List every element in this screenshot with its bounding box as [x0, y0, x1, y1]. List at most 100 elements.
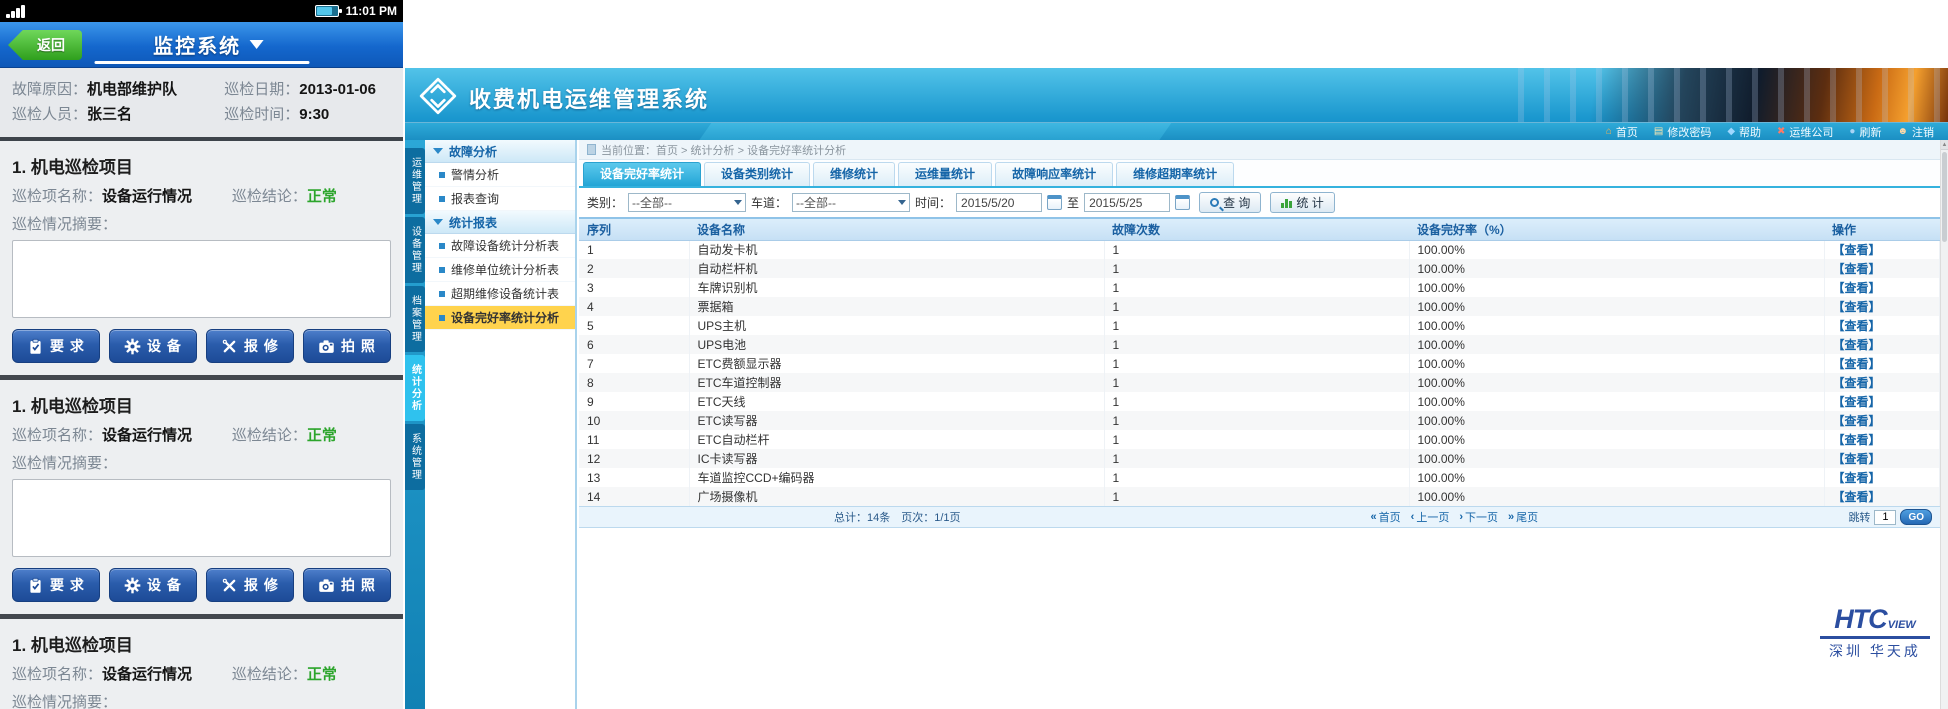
- bullet-icon: [439, 172, 445, 178]
- table-row[interactable]: 5 UPS主机 1 100.00% 【查看】: [579, 316, 1940, 335]
- table-row[interactable]: 6 UPS电池 1 100.00% 【查看】: [579, 335, 1940, 354]
- repair-button[interactable]: 报 修: [206, 329, 294, 363]
- table-row[interactable]: 3 车牌识别机 1 100.00% 【查看】: [579, 278, 1940, 297]
- view-link[interactable]: 【查看】: [1833, 319, 1881, 333]
- sidebar-item[interactable]: 维修单位统计分析表: [425, 258, 575, 282]
- pager-link[interactable]: ›下一页: [1459, 509, 1498, 525]
- view-link[interactable]: 【查看】: [1833, 243, 1881, 257]
- record-summary: 总计：14条 页次：1/1页: [834, 509, 961, 525]
- view-link[interactable]: 【查看】: [1833, 376, 1881, 390]
- view-link[interactable]: 【查看】: [1833, 452, 1881, 466]
- summary-textarea[interactable]: [12, 479, 391, 557]
- requirement-button[interactable]: 要 求: [12, 329, 100, 363]
- module-tab[interactable]: 设备管理: [405, 217, 425, 283]
- view-link[interactable]: 【查看】: [1833, 490, 1881, 504]
- col-seq: 序列: [579, 218, 689, 240]
- module-tab[interactable]: 系统管理: [405, 424, 425, 490]
- app-title[interactable]: 监控系统: [153, 30, 241, 59]
- cell-intact-rate: 100.00%: [1409, 411, 1824, 430]
- view-link[interactable]: 【查看】: [1833, 281, 1881, 295]
- scroll-up-icon[interactable]: ▲: [1941, 140, 1948, 150]
- table-row[interactable]: 9 ETC天线 1 100.00% 【查看】: [579, 392, 1940, 411]
- table-row[interactable]: 10 ETC读写器 1 100.00% 【查看】: [579, 411, 1940, 430]
- report-tab[interactable]: 设备类别统计: [704, 162, 810, 186]
- topnav-shield[interactable]: ◆帮助: [1727, 124, 1761, 140]
- time-label: 巡检时间：: [224, 102, 299, 127]
- date-to-input[interactable]: [1084, 193, 1170, 212]
- go-button[interactable]: GO: [1900, 509, 1932, 525]
- view-link[interactable]: 【查看】: [1833, 414, 1881, 428]
- bullet-icon: [439, 267, 445, 273]
- cell-seq: 5: [579, 316, 689, 335]
- back-button[interactable]: 返回: [8, 30, 82, 60]
- sidebar-item[interactable]: 设备完好率统计分析: [425, 306, 575, 330]
- view-link[interactable]: 【查看】: [1833, 300, 1881, 314]
- cell-seq: 8: [579, 373, 689, 392]
- view-link[interactable]: 【查看】: [1833, 433, 1881, 447]
- sidebar-group-header[interactable]: 统计报表: [425, 211, 575, 234]
- scroll-thumb[interactable]: [1942, 152, 1947, 242]
- report-tab[interactable]: 维修统计: [813, 162, 895, 186]
- table-row[interactable]: 8 ETC车道控制器 1 100.00% 【查看】: [579, 373, 1940, 392]
- topnav-globe[interactable]: ●刷新: [1849, 124, 1881, 140]
- result-label: 巡检结论：: [232, 186, 307, 208]
- photo-button[interactable]: 拍 照: [303, 329, 391, 363]
- calendar-icon[interactable]: [1047, 195, 1062, 210]
- cell-device-name: UPS电池: [689, 335, 1104, 354]
- shield-icon: ◆: [1727, 127, 1735, 137]
- stat-button[interactable]: 统 计: [1270, 192, 1334, 213]
- report-tab[interactable]: 维修超期率统计: [1116, 162, 1234, 186]
- table-row[interactable]: 7 ETC费额显示器 1 100.00% 【查看】: [579, 354, 1940, 373]
- topnav-tools[interactable]: ✖运维公司: [1777, 124, 1833, 140]
- system-logo-icon: [417, 75, 459, 117]
- topnav-doc[interactable]: ▤修改密码: [1654, 124, 1711, 140]
- date-from-input[interactable]: [956, 193, 1042, 212]
- report-tab[interactable]: 故障响应率统计: [995, 162, 1113, 186]
- fault-value: 机电部维护队: [87, 77, 177, 102]
- requirement-button[interactable]: 要 求: [12, 568, 100, 602]
- view-link[interactable]: 【查看】: [1833, 357, 1881, 371]
- pager-link[interactable]: «首页: [1371, 509, 1401, 525]
- device-button[interactable]: 设 备: [109, 568, 197, 602]
- page-number-input[interactable]: [1874, 510, 1896, 525]
- report-tab[interactable]: 运维量统计: [898, 162, 992, 186]
- view-link[interactable]: 【查看】: [1833, 262, 1881, 276]
- table-row[interactable]: 2 自动栏杆机 1 100.00% 【查看】: [579, 259, 1940, 278]
- module-tab[interactable]: 档案管理: [405, 286, 425, 352]
- report-tab[interactable]: 设备完好率统计: [583, 162, 701, 186]
- topnav-home[interactable]: ⌂首页: [1606, 124, 1638, 140]
- table-row[interactable]: 13 车道监控CCD+编码器 1 100.00% 【查看】: [579, 468, 1940, 487]
- sidebar-group-header[interactable]: 故障分析: [425, 140, 575, 163]
- sidebar-item[interactable]: 警情分析: [425, 163, 575, 187]
- sidebar-item[interactable]: 报表查询: [425, 187, 575, 211]
- table-row[interactable]: 11 ETC自动栏杆 1 100.00% 【查看】: [579, 430, 1940, 449]
- scrollbar[interactable]: ▲: [1940, 140, 1948, 709]
- module-tab[interactable]: 统计分析: [405, 355, 425, 421]
- view-link[interactable]: 【查看】: [1833, 471, 1881, 485]
- table-row[interactable]: 1 自动发卡机 1 100.00% 【查看】: [579, 240, 1940, 259]
- table-row[interactable]: 14 广场摄像机 1 100.00% 【查看】: [579, 487, 1940, 506]
- repair-button[interactable]: 报 修: [206, 568, 294, 602]
- photo-button[interactable]: 拍 照: [303, 568, 391, 602]
- summary-textarea[interactable]: [12, 240, 391, 318]
- module-tab[interactable]: 运维管理: [405, 148, 425, 214]
- cell-fault-count: 1: [1104, 411, 1409, 430]
- desktop-header: 收费机电运维管理系统 ⌂首页 ▤修改密码 ◆帮助 ✖运维公司 ●刷新 ☻注销: [405, 68, 1948, 140]
- calendar-icon[interactable]: [1175, 195, 1190, 210]
- pager-link[interactable]: ‹上一页: [1411, 509, 1450, 525]
- sidebar-item[interactable]: 超期维修设备统计表: [425, 282, 575, 306]
- category-select[interactable]: --全部--: [628, 193, 746, 212]
- sidebar-item[interactable]: 故障设备统计分析表: [425, 234, 575, 258]
- device-button[interactable]: 设 备: [109, 329, 197, 363]
- search-button[interactable]: 查 询: [1199, 192, 1261, 213]
- title-underline: [94, 61, 309, 64]
- bullet-icon: [439, 196, 445, 202]
- cell-device-name: ETC天线: [689, 392, 1104, 411]
- lane-select[interactable]: --全部--: [792, 193, 910, 212]
- table-row[interactable]: 4 票据箱 1 100.00% 【查看】: [579, 297, 1940, 316]
- topnav-user[interactable]: ☻注销: [1897, 124, 1934, 140]
- view-link[interactable]: 【查看】: [1833, 395, 1881, 409]
- view-link[interactable]: 【查看】: [1833, 338, 1881, 352]
- pager-link[interactable]: »尾页: [1508, 509, 1538, 525]
- table-row[interactable]: 12 IC卡读写器 1 100.00% 【查看】: [579, 449, 1940, 468]
